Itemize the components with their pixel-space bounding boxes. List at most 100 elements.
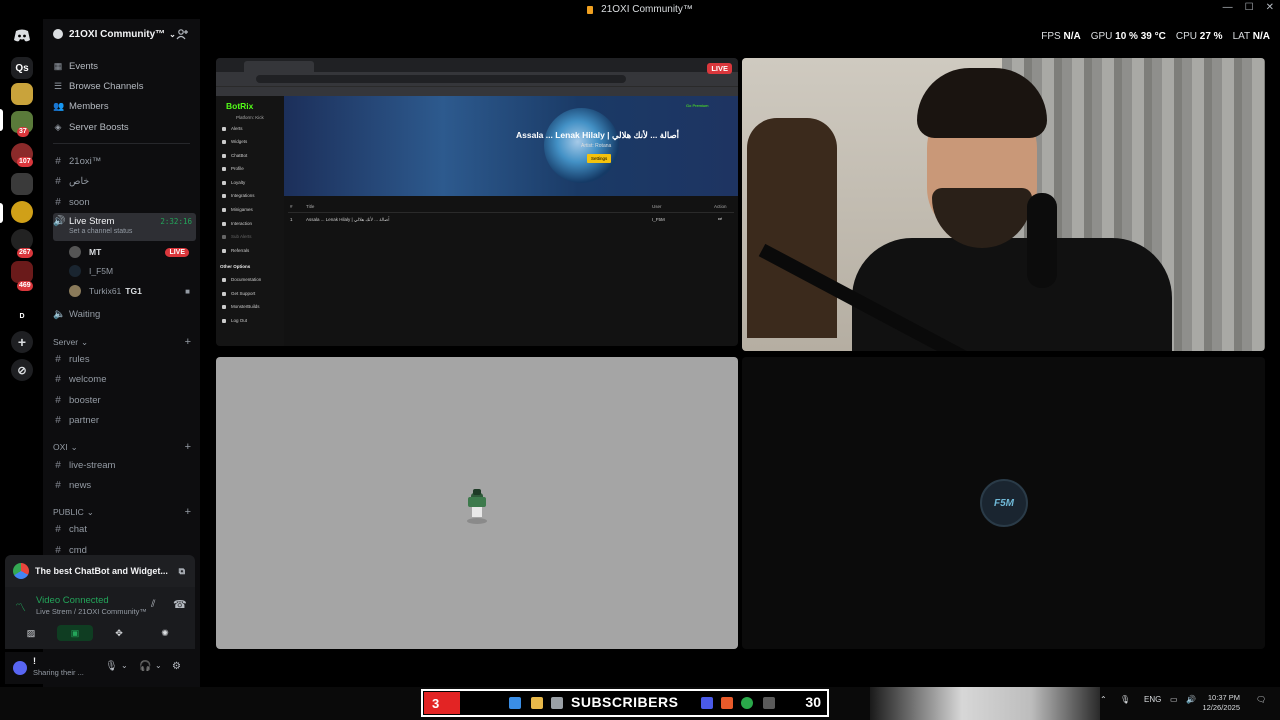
voice-channel-waiting[interactable]: 🔈 Waiting (53, 305, 196, 323)
microphone-icon[interactable]: 🎙 (105, 661, 118, 672)
channel-chat[interactable]: # chat (53, 520, 196, 538)
add-channel-button[interactable]: + (185, 506, 191, 518)
app-icon[interactable] (721, 697, 733, 709)
logout-icon (222, 318, 226, 323)
activities-button[interactable]: ✥ (101, 625, 137, 641)
close-button[interactable]: ✕ (1266, 2, 1274, 13)
signal-icon: 〽 (15, 602, 26, 614)
popout-icon[interactable]: ⧉ (179, 566, 185, 577)
chevron-down-icon[interactable]: ⌄ (121, 661, 128, 670)
builds-icon (222, 304, 226, 309)
server-qs[interactable]: Qs (11, 57, 33, 79)
channel-21oxi[interactable]: #21oxi™ (53, 152, 196, 170)
language-indicator[interactable]: ENG (1144, 695, 1161, 704)
category-server[interactable]: Server ⌄ + (53, 335, 191, 349)
notifications-icon[interactable]: 🗨 (1256, 695, 1266, 704)
server-icon-1[interactable] (11, 83, 33, 105)
app-icon (587, 5, 594, 14)
windows-start-icon[interactable] (509, 697, 521, 709)
screen-share-icon: ▣ (70, 627, 80, 638)
song-artist: Artist: Rotana (581, 143, 612, 149)
app-icon[interactable] (701, 697, 713, 709)
botrix-menu-item: Sub Alerts (222, 234, 252, 239)
character-sprite (467, 489, 487, 524)
file-explorer-icon[interactable] (531, 697, 543, 709)
network-icon[interactable]: ▭ (1170, 695, 1178, 704)
chevron-down-icon[interactable]: ⌄ (155, 661, 162, 670)
minimize-button[interactable]: — (1223, 2, 1233, 13)
activities-icon: ✥ (115, 627, 123, 638)
server-icon-d[interactable]: D (11, 305, 33, 327)
microphone-icon[interactable]: 🎙 (1120, 695, 1130, 704)
nav-browse-channels[interactable]: ☰ Browse Channels (53, 77, 144, 95)
nav-members[interactable]: 👥 Members (53, 97, 109, 115)
user-panel: ! Sharing their ... 🎙 ⌄ 🎧 ⌄ ⚙ (5, 652, 195, 684)
nav-events[interactable]: ▦ Events (53, 57, 98, 75)
interaction-icon (222, 221, 226, 226)
home-button[interactable] (11, 25, 33, 47)
webcam-person-body (852, 238, 1172, 351)
botrix-logo: BotRix (226, 101, 254, 111)
activity-panel[interactable]: The best ChatBot and Widget... ⧉ (5, 555, 195, 587)
add-channel-button[interactable]: + (185, 441, 191, 453)
app-window: 21OXI Community™ — ☐ ✕ Qs 37 107 267 469… (0, 0, 1280, 720)
channel-rules[interactable]: # rules (53, 350, 196, 368)
channel-partner[interactable]: # partner (53, 411, 196, 429)
screen-share-button[interactable]: ▣ (57, 625, 93, 641)
server-icon-5[interactable] (11, 201, 33, 223)
category-oxi[interactable]: OXI ⌄ + (53, 440, 191, 454)
maximize-button[interactable]: ☐ (1245, 2, 1254, 13)
nav-server-boosts[interactable]: ◈ Server Boosts (53, 118, 129, 136)
compass-icon: ⊘ (17, 364, 27, 377)
system-clock[interactable]: 10:37 PM 12/26/2025 (1202, 693, 1240, 713)
voice-user-turkix61[interactable]: Turkix61 TG1 ■ (69, 282, 190, 300)
botrix-platform: Platform: Kick (236, 115, 264, 120)
voice-user-i-f5m[interactable]: I_F5M (69, 262, 113, 280)
chevron-down-icon: ⌄ (169, 29, 176, 39)
tray-chevron-up-icon[interactable]: ⌃ (1100, 695, 1107, 704)
channel-news[interactable]: # news (53, 476, 196, 494)
connection-channel[interactable]: Live Strem / 21OXI Community™ (36, 607, 147, 616)
disconnect-icon[interactable]: ☎ (173, 598, 187, 611)
server-icon-4[interactable] (11, 173, 33, 195)
channel-status[interactable]: Set a channel status (69, 228, 132, 235)
stream-tile-webcam[interactable] (742, 58, 1265, 351)
title-bar: 21OXI Community™ — ☐ ✕ (0, 0, 1280, 19)
stream-tile-user-f5m[interactable]: F5M (742, 357, 1265, 649)
hash-icon: # (55, 523, 61, 535)
app-icon[interactable] (763, 697, 775, 709)
add-server-button[interactable]: + (11, 331, 33, 353)
xbox-icon[interactable] (741, 697, 753, 709)
stream-tile-screenshare[interactable]: LIVE BotRix Platform: Kick Alerts Widget… (216, 58, 738, 346)
add-channel-button[interactable]: + (185, 336, 191, 348)
voice-channel-live-strem[interactable]: 🔊 Live Strem 2:32:16 Set a channel statu… (53, 213, 196, 241)
channel-welcome[interactable]: # welcome (53, 370, 196, 388)
voice-user-mt[interactable]: MT LIVE (69, 243, 189, 261)
headphones-icon[interactable]: 🎧 (139, 661, 151, 672)
settings-gear-icon[interactable]: ⚙ (172, 661, 181, 672)
chevron-down-icon: ⌄ (86, 506, 94, 517)
address-bar (256, 75, 626, 83)
channel-booster[interactable]: # booster (53, 391, 196, 409)
soundboard-button[interactable]: ✺ (147, 625, 183, 641)
category-public[interactable]: PUBLIC ⌄ + (53, 505, 191, 519)
server-icon-7[interactable] (11, 261, 33, 283)
channel-soon[interactable]: # soon (53, 193, 196, 211)
avatar (69, 246, 81, 258)
avatar[interactable] (13, 661, 27, 675)
channel-khas[interactable]: # خاص (53, 172, 196, 190)
camera-toggle-button[interactable]: ▨ (13, 625, 49, 641)
stream-tile-game[interactable] (216, 357, 738, 649)
noise-suppression-icon[interactable]: ⫽ (151, 599, 155, 610)
discover-button[interactable]: ⊘ (11, 359, 33, 381)
discord-icon (14, 29, 30, 42)
invite-people-icon[interactable] (176, 28, 188, 40)
guild-header[interactable]: 21OXI Community™ ⌄ (43, 19, 200, 49)
botrix-menu-item: Loyalty (222, 180, 245, 185)
store-icon[interactable] (551, 697, 563, 709)
chevron-down-icon: ⌄ (81, 336, 89, 347)
microphone (1027, 193, 1057, 288)
volume-icon[interactable]: 🔊 (1186, 695, 1196, 704)
chevron-down-icon: ⌄ (70, 441, 78, 452)
channel-live-stream[interactable]: # live-stream (53, 456, 196, 474)
